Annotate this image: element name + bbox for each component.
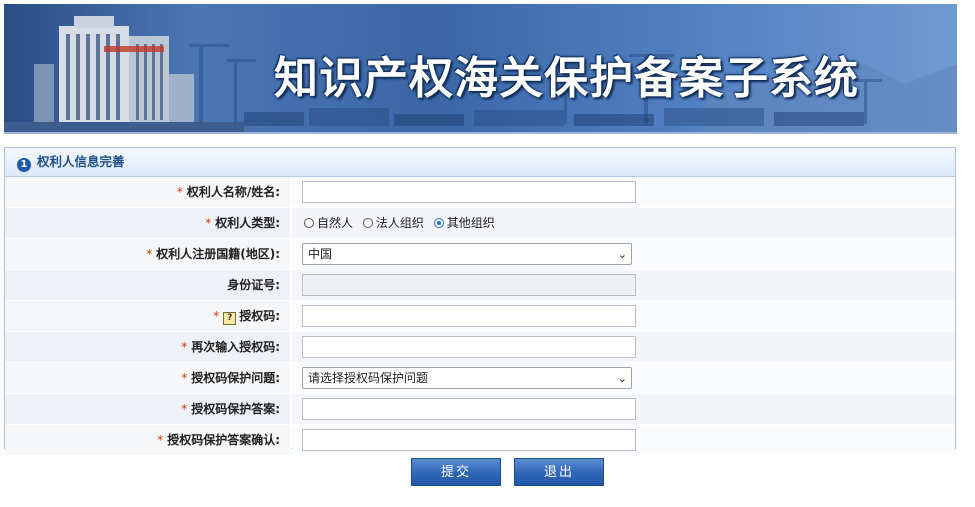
auth-field-cell <box>292 301 955 331</box>
auth-code-input[interactable] <box>302 305 636 327</box>
radio-selected-icon[interactable] <box>433 218 444 228</box>
auth-code-repeat-input[interactable] <box>302 336 636 358</box>
step-number-icon: 1 <box>17 158 31 172</box>
required-mark: * <box>205 216 212 230</box>
form-row-name: * 权利人名称/姓名: <box>5 177 955 208</box>
type-label-text: 权利人类型: <box>215 216 280 230</box>
radio-label: 自然人 <box>317 216 354 230</box>
required-mark: * <box>213 309 220 323</box>
country-label-text: 权利人注册国籍(地区): <box>156 247 280 261</box>
auth-repeat-label-text: 再次输入授权码: <box>191 340 280 354</box>
required-mark: * <box>181 371 188 385</box>
question-field-cell: 请选择授权码保护问题 ⌄ <box>292 363 955 393</box>
required-mark: * <box>146 247 153 261</box>
rights-holder-form-panel: 1 权利人信息完善 * 权利人名称/姓名: * 权利人类型: 自然人 法人组织 其他组… <box>4 147 956 456</box>
type-radio-natural-person[interactable]: 自然人 <box>304 208 353 238</box>
required-mark: * <box>176 185 183 199</box>
radio-icon[interactable] <box>304 218 314 228</box>
answer-confirm-field-cell <box>292 425 955 455</box>
name-field-cell <box>292 177 955 207</box>
banner-title: 知识产权海关保护备案子系统 <box>274 53 859 104</box>
name-input[interactable] <box>302 181 636 203</box>
form-row-security-answer: * 授权码保护答案: <box>5 394 955 425</box>
chevron-down-icon[interactable]: ⌄ <box>618 245 627 265</box>
auth-repeat-label: * 再次输入授权码: <box>5 332 291 362</box>
radio-label: 其他组织 <box>446 216 495 230</box>
radio-icon[interactable] <box>362 218 373 228</box>
help-question-icon[interactable]: ? <box>223 312 237 325</box>
exit-button[interactable]: 退出 <box>514 458 604 486</box>
form-rows: * 权利人名称/姓名: * 权利人类型: 自然人 法人组织 其他组织 * 权利人注册国… <box>5 177 955 456</box>
name-label-text: 权利人名称/姓名: <box>186 185 280 199</box>
type-radio-legal-entity[interactable]: 法人组织 <box>362 208 424 238</box>
country-selected-value: 中国 <box>308 247 333 261</box>
name-label: * 权利人名称/姓名: <box>5 177 291 207</box>
id-number-input[interactable] <box>302 274 636 296</box>
radio-label: 法人组织 <box>375 216 424 230</box>
security-question-select[interactable]: 请选择授权码保护问题 ⌄ <box>302 367 632 389</box>
form-row-country: * 权利人注册国籍(地区): 中国 ⌄ <box>5 239 955 270</box>
answer-label: * 授权码保护答案: <box>5 394 291 424</box>
required-mark: * <box>157 433 164 447</box>
security-answer-confirm-input[interactable] <box>302 429 636 451</box>
required-mark: * <box>181 340 188 354</box>
answer-confirm-label: * 授权码保护答案确认: <box>5 425 291 455</box>
answer-field-cell <box>292 394 955 424</box>
form-row-security-question: * 授权码保护问题: 请选择授权码保护问题 ⌄ <box>5 363 955 394</box>
form-row-auth-code: *? 授权码: <box>5 301 955 332</box>
country-select[interactable]: 中国 ⌄ <box>302 243 632 265</box>
id-label-text: 身份证号: <box>227 278 280 292</box>
answer-confirm-label-text: 授权码保护答案确认: <box>167 433 280 447</box>
question-selected-value: 请选择授权码保护问题 <box>308 371 429 385</box>
header-banner: 知识产权海关保护备案子系统 <box>4 4 957 134</box>
auth-label-text: 授权码: <box>239 309 280 323</box>
submit-button[interactable]: 提交 <box>411 458 501 486</box>
type-radio-other-org[interactable]: 其他组织 <box>433 208 495 238</box>
form-row-type: * 权利人类型: 自然人 法人组织 其他组织 <box>5 208 955 239</box>
auth-repeat-field-cell <box>292 332 955 362</box>
section-title: 权利人信息完善 <box>37 154 125 169</box>
auth-label: *? 授权码: <box>5 301 291 331</box>
security-answer-input[interactable] <box>302 398 636 420</box>
type-radio-group: 自然人 法人组织 其他组织 <box>304 208 501 238</box>
form-row-id-number: 身份证号: <box>5 270 955 301</box>
type-label: * 权利人类型: <box>5 208 291 238</box>
section-header: 1 权利人信息完善 <box>5 148 955 177</box>
country-label: * 权利人注册国籍(地区): <box>5 239 291 269</box>
id-label: 身份证号: <box>5 270 291 300</box>
question-label-text: 授权码保护问题: <box>191 371 280 385</box>
id-field-cell <box>292 270 955 300</box>
country-field-cell: 中国 ⌄ <box>292 239 955 269</box>
chevron-down-icon[interactable]: ⌄ <box>618 369 627 389</box>
form-row-security-answer-confirm: * 授权码保护答案确认: <box>5 425 955 456</box>
question-label: * 授权码保护问题: <box>5 363 291 393</box>
form-row-auth-code-repeat: * 再次输入授权码: <box>5 332 955 363</box>
answer-label-text: 授权码保护答案: <box>191 402 280 416</box>
required-mark: * <box>181 402 188 416</box>
type-field-cell: 自然人 法人组织 其他组织 <box>292 208 955 238</box>
